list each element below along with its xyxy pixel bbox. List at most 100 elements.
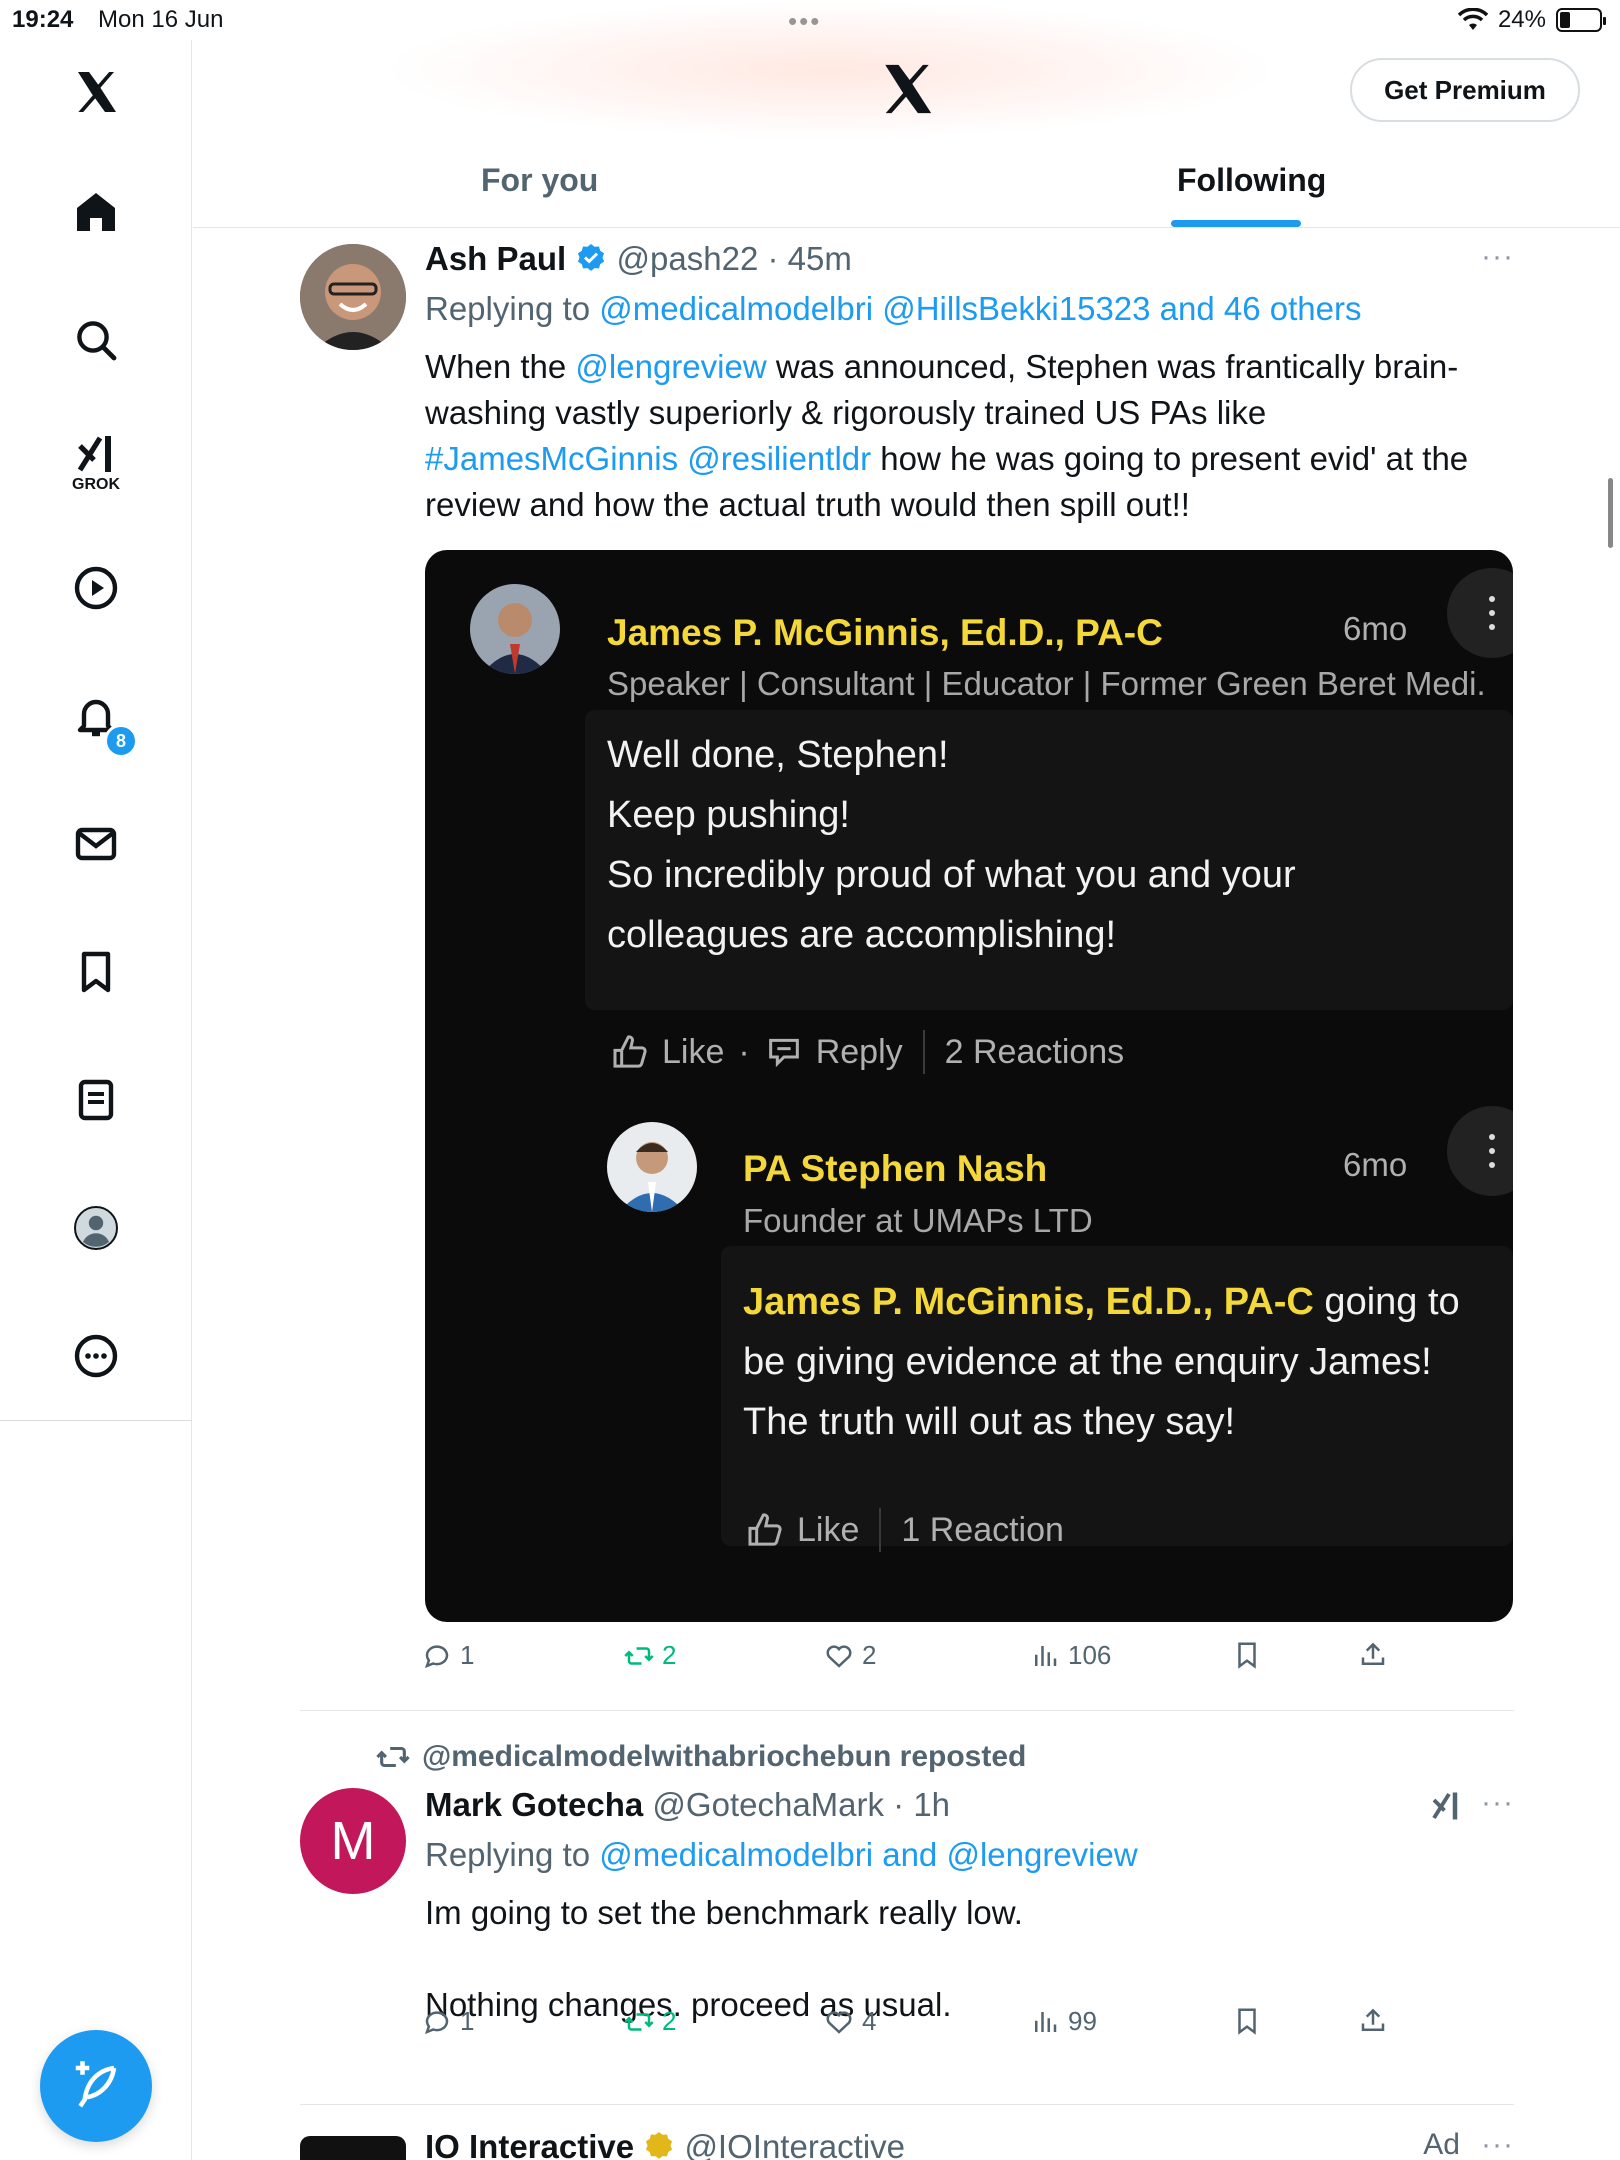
tweet-divider <box>300 2104 1514 2105</box>
tab-for-you[interactable]: For you <box>481 162 598 199</box>
author-name[interactable]: Ash Paul <box>425 240 566 277</box>
like-count: 2 <box>862 1640 877 1670</box>
verified-badge-icon <box>578 244 605 271</box>
more-menu-icon[interactable]: ··· <box>1481 1786 1514 1820</box>
like-label: Like <box>662 1032 725 1071</box>
commenter-headline: Speaker | Consultant | Educator | Former… <box>607 665 1487 702</box>
status-date: Mon 16 Jun <box>98 6 224 33</box>
comment-text: Well done, Stephen! Keep pushing! So inc… <box>607 734 1296 956</box>
reply-button[interactable]: 1 <box>422 1640 474 1671</box>
active-tab-indicator <box>1171 220 1301 227</box>
heart-icon <box>826 2010 852 2034</box>
share-button[interactable] <box>1358 2006 1388 2036</box>
verified-gold-badge-icon <box>646 2132 673 2159</box>
comment-time: 6mo <box>1343 610 1408 647</box>
bookmark-button[interactable] <box>1232 2006 1262 2036</box>
view-count: 106 <box>1068 1640 1112 1670</box>
messages-icon[interactable] <box>66 814 126 874</box>
heart-icon <box>826 1644 852 1668</box>
reply-actions: Like 1 Reaction <box>745 1508 1064 1552</box>
reactions-count: 2 Reactions <box>944 1032 1125 1071</box>
author-handle[interactable]: @IOInteractive <box>684 2128 905 2160</box>
hashtag-mention-link[interactable]: #JamesMcGinnis @resilientldr <box>425 440 871 477</box>
tweet-header: Ash Paul @pash22 · 45m <box>425 240 852 278</box>
like-count: 4 <box>862 2006 877 2036</box>
comment-more-icon <box>1447 568 1513 658</box>
tweet-divider <box>300 1710 1514 1711</box>
replying-to-handles[interactable]: @medicalmodelbri @HillsBekki15323 and 46… <box>599 290 1361 327</box>
views-button[interactable]: 106 <box>1030 1640 1111 1671</box>
like-button[interactable]: 4 <box>824 2006 876 2037</box>
grok-label: GROK <box>72 476 120 493</box>
tweet-header: IO Interactive @IOInteractive <box>425 2128 905 2160</box>
like-button[interactable]: 2 <box>824 1640 876 1671</box>
share-icon <box>1361 1642 1385 1665</box>
bookmark-icon <box>1238 1642 1256 1669</box>
reply-icon <box>424 1644 449 1668</box>
repost-icon <box>624 1646 654 1665</box>
replying-to: Replying to @medicalmodelbri @HillsBekki… <box>425 290 1362 328</box>
avatar[interactable]: M <box>300 1788 406 1894</box>
separator-dot: · <box>738 1032 750 1071</box>
reply-commenter-name: PA Stephen Nash <box>743 1148 1048 1189</box>
repost-count: 2 <box>662 2006 677 2036</box>
video-play-icon[interactable] <box>66 558 126 618</box>
replying-to: Replying to @medicalmodelbri and @lengre… <box>425 1836 1138 1874</box>
like-label: Like <box>797 1510 860 1549</box>
search-icon[interactable] <box>66 310 126 370</box>
grok-analyze-icon[interactable] <box>1428 1788 1464 1824</box>
reply-count: 1 <box>460 2006 475 2036</box>
repost-button[interactable]: 2 <box>624 2006 676 2037</box>
views-chart-icon <box>1035 1645 1057 1666</box>
reply-time: 6mo <box>1343 1146 1408 1183</box>
compose-feather-icon <box>75 2061 117 2108</box>
compose-post-button[interactable] <box>40 2030 152 2142</box>
grok-icon[interactable] <box>66 424 126 484</box>
scrollbar-thumb[interactable] <box>1608 478 1613 548</box>
author-name[interactable]: Mark Gotecha <box>425 1786 643 1823</box>
mention-link[interactable]: @lengreview <box>575 348 766 385</box>
get-premium-button[interactable]: Get Premium <box>1350 58 1580 122</box>
battery-percent: 24% <box>1497 6 1546 33</box>
view-count: 99 <box>1068 2006 1097 2036</box>
x-logo-icon[interactable] <box>66 62 126 122</box>
comment-actions: Like · Reply 2 Reactions <box>610 1030 1124 1074</box>
bookmarks-icon[interactable] <box>66 942 126 1002</box>
more-menu-icon[interactable]: ··· <box>1481 2128 1514 2160</box>
notification-count-badge: 8 <box>104 724 138 758</box>
replying-to-handles[interactable]: @medicalmodelbri and @lengreview <box>599 1836 1137 1873</box>
share-button[interactable] <box>1358 1640 1388 1670</box>
more-options-icon[interactable] <box>66 1326 126 1386</box>
lists-icon[interactable] <box>66 1070 126 1130</box>
battery-icon <box>1556 8 1606 32</box>
repost-button[interactable]: 2 <box>624 1640 676 1671</box>
tweet-header: Mark Gotecha @GotechaMark · 1h <box>425 1786 950 1824</box>
x-header-logo-icon <box>885 64 932 114</box>
header-glow <box>380 0 1280 140</box>
author-name[interactable]: IO Interactive <box>425 2128 634 2160</box>
avatar[interactable] <box>300 2136 406 2160</box>
tweet-mark-gotecha[interactable]: @medicalmodelwithabriochebun reposted M … <box>300 1736 1514 2066</box>
tweet-io-interactive-ad[interactable]: IO Interactive @IOInteractive Ad ··· <box>300 2128 1514 2160</box>
more-menu-icon[interactable]: ··· <box>1481 240 1514 274</box>
wifi-icon <box>1457 8 1488 30</box>
author-handle-time[interactable]: @pash22 · 45m <box>617 240 852 277</box>
avatar[interactable] <box>300 244 406 350</box>
reply-button[interactable]: 1 <box>422 2006 474 2037</box>
reply-commenter-avatar <box>607 1122 697 1212</box>
home-icon[interactable] <box>66 182 126 242</box>
reply-commenter-headline: Founder at UMAPs LTD <box>743 1202 1093 1239</box>
bookmark-button[interactable] <box>1232 1640 1262 1670</box>
views-button[interactable]: 99 <box>1030 2006 1097 2037</box>
attached-image[interactable]: James P. McGinnis, Ed.D., PA-C 6mo Speak… <box>425 550 1513 1622</box>
reposted-by-label[interactable]: @medicalmodelwithabriochebun reposted <box>422 1740 1026 1774</box>
commenter-name: James P. McGinnis, Ed.D., PA-C <box>607 612 1163 653</box>
thumbs-up-icon <box>748 1513 782 1546</box>
author-handle-time[interactable]: @GotechaMark · 1h <box>652 1786 950 1823</box>
reply-mention: James P. McGinnis, Ed.D., PA-C <box>743 1281 1314 1323</box>
reply-count: 1 <box>460 1640 475 1670</box>
tweet-text-segment: When the <box>425 348 576 385</box>
replying-prefix: Replying to <box>425 1836 591 1873</box>
profile-avatar-icon[interactable] <box>66 1198 126 1258</box>
tab-following[interactable]: Following <box>1177 162 1326 199</box>
